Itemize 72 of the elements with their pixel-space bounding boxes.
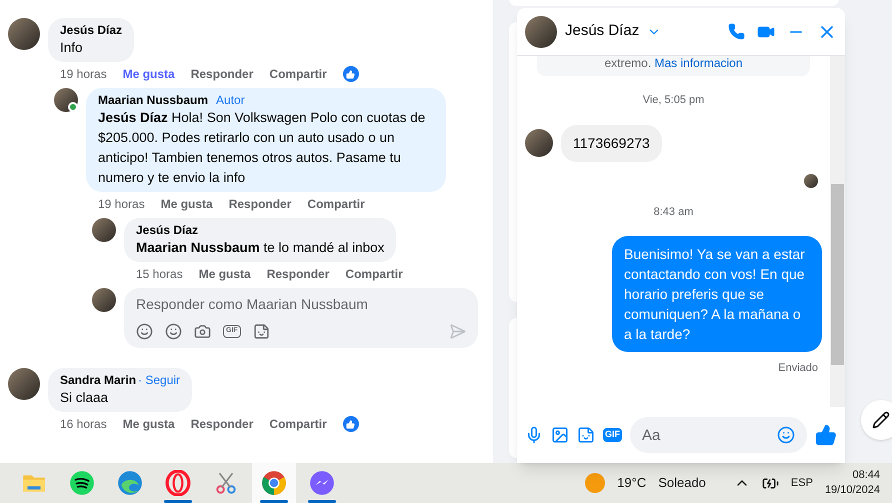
comment-action-link[interactable]: Responder — [190, 66, 254, 82]
contact-avatar — [525, 129, 553, 157]
notice-text: extremo. — [604, 56, 652, 70]
incoming-message: 1173669273 — [561, 124, 662, 162]
camera-icon[interactable] — [194, 323, 211, 340]
user-avatar — [8, 368, 40, 400]
user-avatar — [8, 18, 40, 50]
comment-text: Si claaa — [60, 389, 110, 407]
comment-action-link[interactable]: Me gusta — [122, 416, 175, 432]
comment-author[interactable]: Sandra Marin — [60, 372, 136, 388]
chat-title[interactable]: Jesús Díaz — [565, 20, 640, 43]
like-icon[interactable] — [815, 424, 837, 446]
comment-action-link[interactable]: Me gusta — [122, 66, 175, 82]
clock[interactable]: 08:44 19/10/2024 — [824, 468, 880, 498]
language-indicator[interactable]: ESP — [790, 474, 813, 492]
message-input-field[interactable]: Aa — [630, 417, 807, 453]
comment-action-link[interactable]: Responder — [266, 266, 330, 282]
comment-text: Maarian Nussbaum te lo mandé al inbox — [136, 239, 384, 257]
pencil-icon — [872, 411, 890, 429]
comment-text: Info — [60, 39, 84, 57]
open-indicator — [164, 500, 192, 503]
sun-icon[interactable] — [585, 473, 606, 493]
photo-icon[interactable] — [551, 426, 569, 444]
comment-action-link[interactable]: Compartir — [307, 196, 365, 212]
weather-condition[interactable]: Soleado — [658, 473, 706, 493]
chat-timestamp: Vie, 5:05 pm — [642, 93, 704, 108]
spotify-logo-icon — [69, 470, 95, 496]
user-avatar — [92, 218, 116, 242]
comment-action-link[interactable]: Me gusta — [198, 266, 251, 282]
clock-date: 19/10/2024 — [824, 483, 880, 498]
compose-button[interactable] — [861, 400, 892, 440]
open-indicator — [260, 500, 288, 503]
chrome-browser-icon — [261, 470, 287, 496]
user-avatar — [92, 288, 116, 312]
comment-time: 19 horas — [60, 66, 107, 82]
chat-timestamp: 8:43 am — [654, 204, 694, 220]
comment-time: 16 horas — [60, 416, 107, 432]
scrollbar-thumb[interactable] — [831, 184, 844, 365]
contact-avatar — [525, 16, 557, 48]
reply-input-field[interactable]: Responder como Maarian Nussbaum — [136, 294, 466, 315]
outgoing-message: Buenisimo! Ya se van a estar contactando con vos! En que horario preferis que se comuniquen? A la mañana o a la tarde? — [612, 236, 822, 352]
comment-action-link[interactable]: Me gusta — [160, 196, 213, 212]
author-label: Autor — [216, 92, 245, 108]
gif-icon[interactable]: GIF — [603, 428, 622, 442]
more-info-link[interactable]: Mas informacion — [654, 56, 743, 70]
messenger-icon — [309, 470, 335, 496]
comment-author[interactable]: Jesús Díaz — [60, 22, 122, 38]
edge-browser-icon — [117, 470, 143, 496]
microphone-icon[interactable] — [525, 426, 543, 444]
emoji-icon[interactable] — [777, 426, 795, 444]
follow-link[interactable]: · Seguir — [138, 372, 180, 388]
comment-action-link[interactable]: Compartir — [345, 266, 403, 282]
comment-action-link[interactable]: Compartir — [269, 66, 327, 82]
user-avatar — [54, 88, 78, 112]
open-indicator — [308, 500, 336, 503]
message-status: Enviado — [778, 361, 818, 376]
comment-text: Jesús Díaz Hola! Son Volkswagen Polo con cuotas de $205.000. Podes retirarlo con un auto usado o un anticipo! Tambien tenemos otros autos. Pasame tu numero y te envio la info — [98, 109, 426, 187]
sticker-icon[interactable] — [252, 323, 270, 340]
sticker-icon[interactable] — [577, 426, 595, 444]
opera-browser-icon — [165, 470, 191, 496]
clock-time: 08:44 — [852, 468, 880, 483]
comment-action-link[interactable]: Compartir — [269, 416, 327, 432]
comment-time: 19 horas — [98, 196, 145, 212]
comment-author[interactable]: Maarian Nussbaum — [98, 92, 208, 108]
phone-call-icon[interactable] — [728, 23, 745, 40]
seen-avatar — [804, 174, 818, 188]
comment-author[interactable]: Jesús Díaz — [136, 222, 198, 238]
comment-action-link[interactable]: Responder — [190, 416, 254, 432]
comment-action-link[interactable]: Responder — [228, 196, 292, 212]
emoji-icon[interactable] — [165, 323, 182, 340]
comment-time: 15 horas — [136, 266, 183, 282]
weather-temperature[interactable]: 19°C — [617, 473, 646, 493]
